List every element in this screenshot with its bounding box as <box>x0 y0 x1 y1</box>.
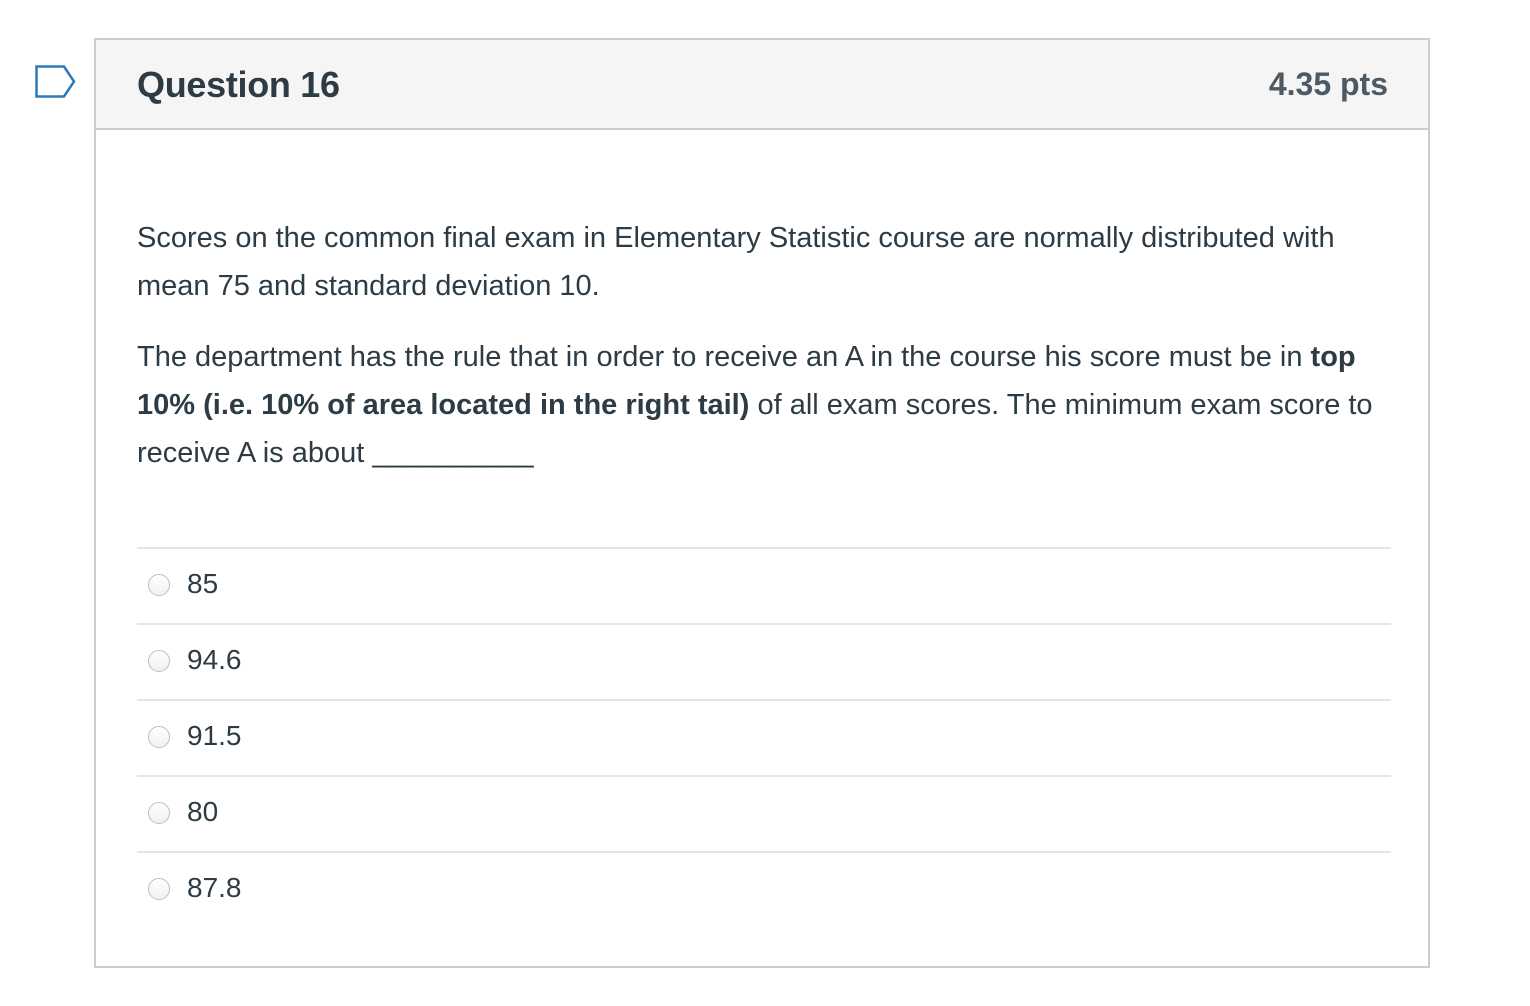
question-paragraph-2: The department has the rule that in orde… <box>137 333 1397 477</box>
answer-label: 87.8 <box>187 872 242 903</box>
answer-label: 85 <box>187 568 219 599</box>
question-title: Question 16 <box>137 64 340 105</box>
answer-label: 80 <box>187 796 219 827</box>
question-header: Question 16 4.35 pts <box>96 40 1428 130</box>
question-paragraph-2-start: The department has the rule that in orde… <box>137 341 1311 373</box>
radio-button[interactable] <box>148 802 170 824</box>
flag-question-icon[interactable] <box>34 64 78 100</box>
question-text: Scores on the common final exam in Eleme… <box>137 214 1397 477</box>
question-paragraph-1: Scores on the common final exam in Eleme… <box>137 222 1335 302</box>
answer-option[interactable]: 91.5 <box>137 699 1391 775</box>
radio-button[interactable] <box>148 650 170 672</box>
answer-option[interactable]: 87.8 <box>137 851 1391 927</box>
answer-list: 85 94.6 91.5 80 87.8 <box>137 547 1391 927</box>
answer-label: 91.5 <box>187 720 242 751</box>
radio-button[interactable] <box>148 574 170 596</box>
answer-option[interactable]: 80 <box>137 775 1391 851</box>
radio-button[interactable] <box>148 878 170 900</box>
answer-option[interactable]: 85 <box>137 547 1391 623</box>
answer-option[interactable]: 94.6 <box>137 623 1391 699</box>
answer-label: 94.6 <box>187 644 242 675</box>
question-points: 4.35 pts <box>1268 66 1388 102</box>
radio-button[interactable] <box>148 726 170 748</box>
